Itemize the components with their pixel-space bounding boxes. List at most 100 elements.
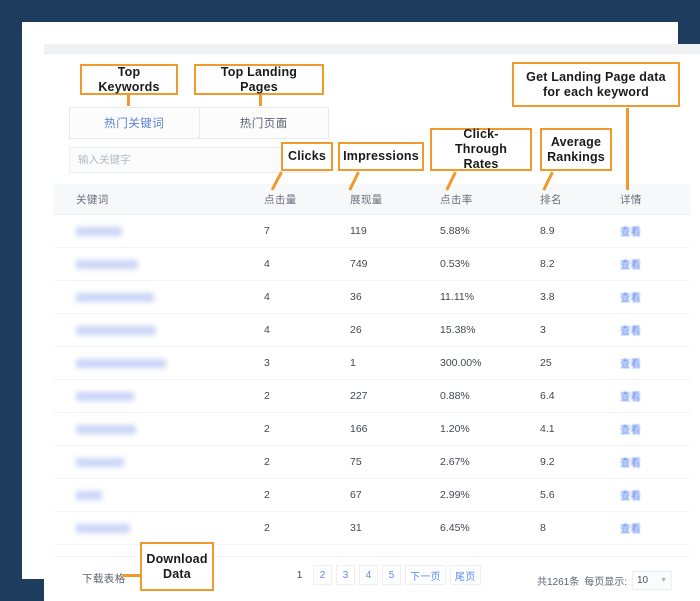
pagination-5[interactable]: 5 xyxy=(382,565,401,585)
pagination: 1 2 3 4 5 下一页 尾页 xyxy=(290,565,481,585)
cell-clicks: 2 xyxy=(264,456,270,468)
pagination-尾页[interactable]: 尾页 xyxy=(449,565,481,585)
cell-detail: 查看 xyxy=(620,356,690,371)
table-row: 4 26 15.38% 3 查看 xyxy=(54,314,690,347)
column-header-ctr: 点击率 xyxy=(440,193,473,206)
keyword-redacted xyxy=(76,424,136,434)
cell-rank: 8 xyxy=(540,522,546,534)
cell-impressions: 31 xyxy=(350,522,362,534)
detail-view-link[interactable]: 查看 xyxy=(620,391,641,403)
annotation-top-keywords: Top Keywords xyxy=(80,64,178,95)
annotation-click-through-rates: Click-Through Rates xyxy=(430,127,532,171)
cell-keyword[interactable] xyxy=(54,357,264,369)
tab-top-keywords[interactable]: 热门关键词 xyxy=(70,108,200,138)
cell-rank: 9.2 xyxy=(540,456,555,468)
cell-clicks: 7 xyxy=(264,225,270,237)
cell-detail: 查看 xyxy=(620,224,690,239)
cell-detail: 查看 xyxy=(620,389,690,404)
cell-ctr: 2.99% xyxy=(440,489,470,501)
cell-keyword[interactable] xyxy=(54,522,264,534)
keyword-redacted xyxy=(76,523,130,533)
pagination-info: 共1261条 每页显示: 10 ▼ xyxy=(537,571,672,590)
cell-rank: 8.2 xyxy=(540,258,555,270)
cell-keyword[interactable] xyxy=(54,291,264,303)
detail-view-link[interactable]: 查看 xyxy=(620,457,641,469)
keyword-redacted xyxy=(76,457,124,467)
annotation-top-landing-pages: Top Landing Pages xyxy=(194,64,324,95)
cell-detail: 查看 xyxy=(620,323,690,338)
detail-view-link[interactable]: 查看 xyxy=(620,424,641,436)
annotation-impressions: Impressions xyxy=(338,142,424,171)
detail-view-link[interactable]: 查看 xyxy=(620,490,641,502)
cell-detail: 查看 xyxy=(620,521,690,536)
cell-rank: 5.6 xyxy=(540,489,555,501)
cell-detail: 查看 xyxy=(620,257,690,272)
cell-keyword[interactable] xyxy=(54,423,264,435)
annotation-download-data: Download Data xyxy=(140,542,214,591)
detail-view-link[interactable]: 查看 xyxy=(620,226,641,238)
cell-clicks: 4 xyxy=(264,324,270,336)
page-size-value: 10 xyxy=(637,575,649,586)
detail-view-link[interactable]: 查看 xyxy=(620,292,641,304)
cell-ctr: 5.88% xyxy=(440,225,470,237)
table-row: 2 75 2.67% 9.2 查看 xyxy=(54,446,690,479)
panel-top-strip xyxy=(44,44,700,54)
table-row: 2 166 1.20% 4.1 查看 xyxy=(54,413,690,446)
cell-keyword[interactable] xyxy=(54,456,264,468)
cell-impressions: 227 xyxy=(350,390,368,402)
leader-landing-page-data xyxy=(626,108,629,190)
cell-keyword[interactable] xyxy=(54,324,264,336)
download-table-button[interactable]: 下载表格 xyxy=(82,571,126,586)
keyword-redacted xyxy=(76,325,156,335)
detail-view-link[interactable]: 查看 xyxy=(620,325,641,337)
detail-view-link[interactable]: 查看 xyxy=(620,358,641,370)
annotation-average-rankings: Average Rankings xyxy=(540,128,612,171)
keyword-redacted xyxy=(76,391,134,401)
tab-top-pages[interactable]: 热门页面 xyxy=(200,108,329,138)
keyword-redacted xyxy=(76,490,102,500)
cell-keyword[interactable] xyxy=(54,258,264,270)
table-row: 2 31 6.45% 8 查看 xyxy=(54,512,690,545)
pagination-1[interactable]: 1 xyxy=(290,565,309,585)
cell-ctr: 15.38% xyxy=(440,324,476,336)
detail-view-link[interactable]: 查看 xyxy=(620,259,641,271)
cell-ctr: 0.53% xyxy=(440,258,470,270)
cell-ctr: 0.88% xyxy=(440,390,470,402)
detail-view-link[interactable]: 查看 xyxy=(620,523,641,535)
pagination-3[interactable]: 3 xyxy=(336,565,355,585)
keywords-table: 关键词 点击量 展现量 点击率 排名 详情 7 119 5.88% 8.9 查看 4 749… xyxy=(54,184,690,545)
pagination-4[interactable]: 4 xyxy=(359,565,378,585)
page-size-select[interactable]: 10 ▼ xyxy=(632,571,672,590)
cell-rank: 6.4 xyxy=(540,390,555,402)
outer-frame: 热门关键词 热门页面 关键词 点击量 展现量 点击率 排名 详情 7 119 5.8… xyxy=(0,0,700,601)
table-body: 7 119 5.88% 8.9 查看 4 749 0.53% 8.2 查看 4 36 11.11% 3.8… xyxy=(54,215,690,545)
cell-keyword[interactable] xyxy=(54,225,264,237)
cell-ctr: 300.00% xyxy=(440,357,482,369)
column-header-impressions: 展现量 xyxy=(350,193,383,206)
cell-impressions: 36 xyxy=(350,291,362,303)
pagination-2[interactable]: 2 xyxy=(313,565,332,585)
cell-ctr: 6.45% xyxy=(440,522,470,534)
cell-impressions: 749 xyxy=(350,258,368,270)
cell-detail: 查看 xyxy=(620,422,690,437)
table-row: 3 1 300.00% 25 查看 xyxy=(54,347,690,380)
column-header-keyword: 关键词 xyxy=(76,193,109,206)
cell-impressions: 26 xyxy=(350,324,362,336)
cell-keyword[interactable] xyxy=(54,489,264,501)
cell-rank: 3 xyxy=(540,324,546,336)
cell-detail: 查看 xyxy=(620,488,690,503)
cell-impressions: 75 xyxy=(350,456,362,468)
cell-keyword[interactable] xyxy=(54,390,264,402)
table-row: 2 67 2.99% 5.6 查看 xyxy=(54,479,690,512)
column-header-rank: 排名 xyxy=(540,193,562,206)
annotation-clicks: Clicks xyxy=(281,142,333,171)
cell-clicks: 4 xyxy=(264,258,270,270)
tab-bar: 热门关键词 热门页面 xyxy=(69,107,329,139)
cell-clicks: 3 xyxy=(264,357,270,369)
cell-detail: 查看 xyxy=(620,455,690,470)
total-count-label: 共1261条 xyxy=(536,577,580,588)
cell-ctr: 1.20% xyxy=(440,423,470,435)
keyword-redacted xyxy=(76,292,154,302)
tab-top-pages-label: 热门页面 xyxy=(239,118,288,130)
pagination-下一页[interactable]: 下一页 xyxy=(405,565,446,585)
